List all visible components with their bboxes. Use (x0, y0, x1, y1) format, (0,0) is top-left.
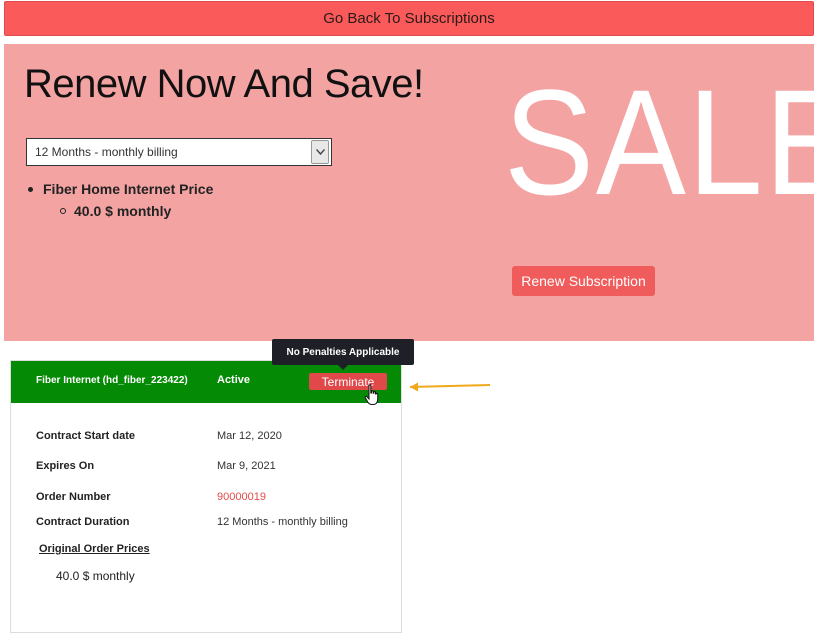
subscription-card: Fiber Internet (hd_fiber_223422) Active … (10, 360, 402, 633)
detail-label: Order Number (36, 491, 111, 503)
detail-label: Expires On (36, 460, 95, 472)
detail-value: 12 Months - monthly billing (217, 516, 348, 528)
billing-select-value: 12 Months - monthly billing (35, 145, 178, 159)
price-item-label: Fiber Home Internet Price (43, 181, 214, 197)
promo-banner: Renew Now And Save! SALE 12 Months - mon… (4, 44, 816, 341)
promo-title: Renew Now And Save! (24, 62, 424, 106)
back-to-subscriptions-button[interactable]: Go Back To Subscriptions (4, 1, 814, 36)
arrow-left-icon (409, 382, 491, 392)
detail-label: Contract Duration (36, 516, 130, 528)
subscription-status: Active (217, 374, 251, 386)
price-item-value: 40.0 $ monthly (74, 203, 172, 219)
renew-subscription-button[interactable]: Renew Subscription (512, 266, 655, 296)
detail-value: Mar 12, 2020 (217, 430, 282, 442)
original-price-value: 40.0 $ monthly (56, 569, 135, 583)
sub-bullet-icon (60, 208, 66, 214)
sale-image: SALE (504, 58, 816, 226)
hand-pointer-icon (364, 384, 379, 405)
penalty-tooltip: No Penalties Applicable (272, 339, 414, 370)
chevron-down-icon[interactable] (311, 140, 329, 164)
detail-value: Mar 9, 2021 (217, 460, 276, 472)
detail-label: Contract Start date (36, 430, 136, 442)
bullet-icon (28, 186, 33, 192)
subscription-name: Fiber Internet (hd_fiber_223422) (36, 375, 188, 386)
original-order-prices-link[interactable]: Original Order Prices (39, 543, 150, 555)
price-list: Fiber Home Internet Price 40.0 $ monthly (28, 181, 213, 219)
order-number-link[interactable]: 90000019 (217, 491, 266, 503)
billing-select[interactable]: 12 Months - monthly billing (26, 138, 332, 166)
